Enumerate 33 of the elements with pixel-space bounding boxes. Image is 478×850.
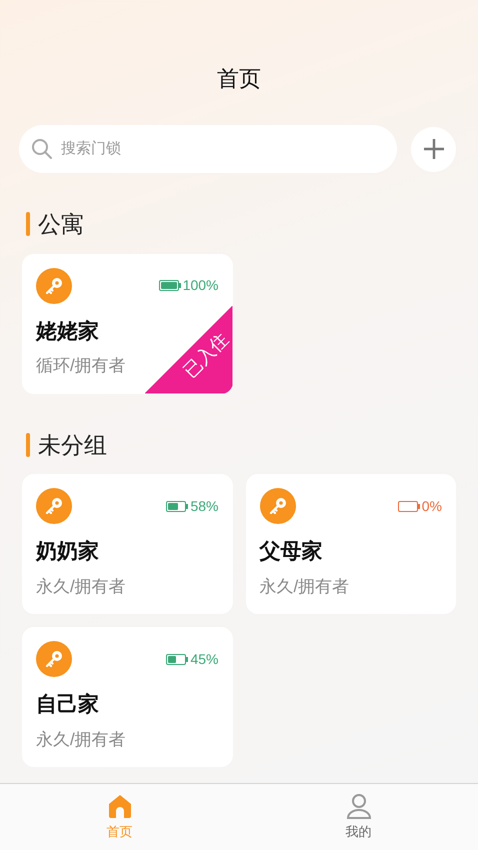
lock-card[interactable]: 100% 姥姥家 循环/拥有者 已入住 bbox=[22, 254, 232, 394]
page-title: 首页 bbox=[216, 65, 262, 93]
lock-mode: 永久/拥有者 bbox=[260, 576, 350, 598]
lock-mode: 循环/拥有者 bbox=[36, 355, 126, 377]
battery-icon bbox=[398, 500, 420, 512]
section-heading: 未分组 bbox=[38, 430, 107, 460]
lock-name: 父母家 bbox=[260, 538, 324, 565]
lock-mode: 永久/拥有者 bbox=[36, 728, 126, 750]
key-icon bbox=[36, 488, 72, 524]
key-icon bbox=[260, 488, 296, 524]
battery-percentage: 0% bbox=[422, 496, 442, 516]
lock-card[interactable]: 0% 父母家 永久/拥有者 bbox=[246, 474, 456, 614]
add-button[interactable] bbox=[411, 126, 456, 172]
search-bar[interactable]: 搜索门锁 bbox=[19, 125, 397, 173]
battery-percentage: 100% bbox=[182, 276, 218, 295]
section-marker bbox=[26, 432, 30, 457]
key-icon bbox=[36, 268, 72, 304]
lock-card[interactable]: 58% 奶奶家 永久/拥有者 bbox=[22, 474, 232, 614]
lock-mode: 永久/拥有者 bbox=[36, 576, 126, 598]
search-icon bbox=[31, 138, 53, 160]
person-icon bbox=[344, 792, 372, 820]
key-icon bbox=[36, 641, 72, 677]
battery-percentage: 45% bbox=[190, 650, 218, 668]
lock-card[interactable]: 45% 自己家 永久/拥有者 bbox=[22, 627, 232, 767]
plus-icon bbox=[422, 138, 444, 160]
tab[interactable]: 我的 bbox=[239, 784, 478, 850]
battery-percentage: 58% bbox=[190, 496, 218, 516]
section-marker bbox=[26, 212, 30, 236]
lock-name: 自己家 bbox=[36, 692, 100, 718]
lock-name: 奶奶家 bbox=[36, 538, 100, 565]
search-field[interactable]: 搜索门锁 bbox=[61, 138, 385, 160]
section-heading: 公寓 bbox=[38, 210, 84, 239]
ribbon-label: 已入住 bbox=[180, 329, 231, 380]
